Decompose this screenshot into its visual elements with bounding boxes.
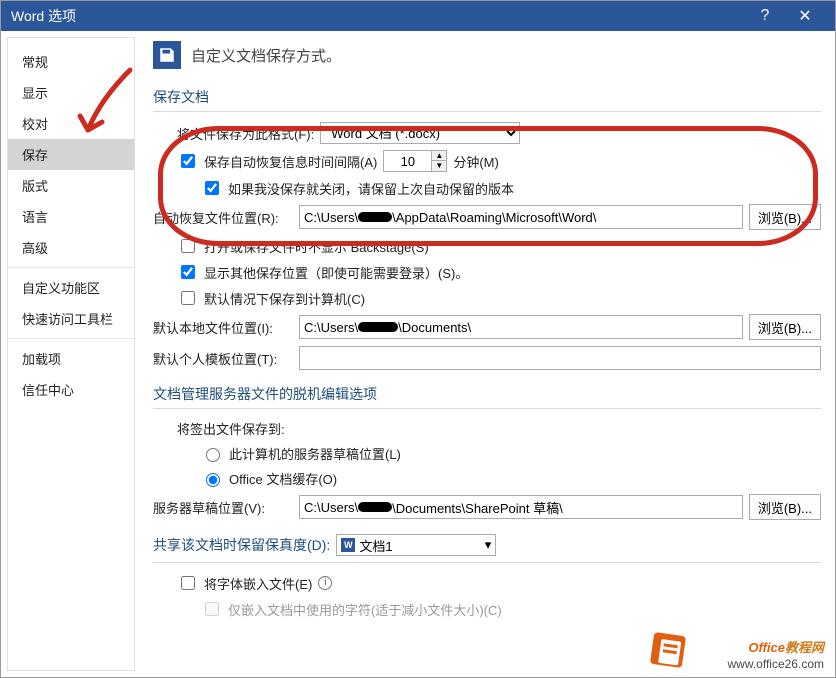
server-drafts-radio-label: 此计算机的服务器草稿位置(L) (229, 444, 401, 463)
browse-default-local-button[interactable]: 浏览(B)... (749, 314, 821, 340)
default-save-local-checkbox[interactable] (181, 291, 195, 305)
server-drafts-path-input[interactable]: C:\Users\\Documents\SharePoint 草稿\ (299, 495, 743, 519)
default-template-path-input[interactable] (299, 346, 821, 370)
server-drafts-radio[interactable] (206, 448, 220, 462)
auto-recover-checkbox[interactable] (181, 154, 195, 168)
sidebar-item-customize-ribbon[interactable]: 自定义功能区 (8, 272, 134, 303)
sidebar-item-layout[interactable]: 版式 (8, 170, 134, 201)
close-button[interactable]: ✕ (785, 6, 825, 26)
section-offline-edit: 文档管理服务器文件的脱机编辑选项 (153, 384, 821, 404)
checkout-to-label: 将签出文件保存到: (177, 419, 285, 438)
keep-last-autosaved-label: 如果我没保存就关闭，请保留上次自动保留的版本 (228, 179, 514, 198)
sidebar-separator (8, 267, 134, 268)
page-heading: 自定义文档保存方式。 (191, 45, 341, 66)
section-save-documents: 保存文档 (153, 87, 821, 107)
sidebar-item-language[interactable]: 语言 (8, 201, 134, 232)
auto-recover-minutes-input[interactable] (383, 150, 431, 172)
office-cache-radio-label: Office 文档缓存(O) (229, 469, 337, 488)
default-local-path-label: 默认本地文件位置(I): (153, 318, 293, 337)
auto-recover-label: 保存自动恢复信息时间间隔(A) (204, 152, 377, 171)
sidebar-item-general[interactable]: 常规 (8, 46, 134, 77)
show-other-locations-label: 显示其他保存位置（即使可能需要登录）(S)。 (204, 263, 468, 282)
sidebar-item-addins[interactable]: 加载项 (8, 343, 134, 374)
office-cache-radio[interactable] (206, 473, 220, 487)
auto-recover-path-label: 自动恢复文件位置(R): (153, 208, 293, 227)
word-options-dialog: Word 选项 ? ✕ 常规 显示 校对 保存 版式 语言 高级 自定义功能区 … (0, 0, 836, 678)
help-button[interactable]: ? (745, 7, 785, 25)
word-doc-icon: W (341, 538, 355, 552)
save-format-label: 将文件保存为此格式(F): (177, 124, 314, 143)
default-local-path-input[interactable]: C:\Users\\Documents\ (299, 315, 743, 339)
sidebar-item-advanced[interactable]: 高级 (8, 232, 134, 263)
save-disk-icon (153, 41, 181, 69)
fidelity-doc-name: 文档1 (359, 536, 392, 555)
save-format-combo[interactable]: Word 文档 (*.docx) (320, 122, 520, 144)
fidelity-document-combo[interactable]: W 文档1 ▾ (336, 534, 496, 556)
spin-up-icon[interactable]: ▲ (432, 151, 446, 161)
divider (153, 111, 821, 112)
browse-auto-recover-button[interactable]: 浏览(B)... (749, 204, 821, 230)
divider (153, 408, 821, 409)
sidebar-item-display[interactable]: 显示 (8, 77, 134, 108)
sidebar-item-proofing[interactable]: 校对 (8, 108, 134, 139)
info-icon[interactable]: i (318, 576, 332, 590)
auto-recover-minutes-spinner[interactable]: ▲ ▼ (383, 150, 447, 172)
section-fidelity-label: 共享该文档时保留保真度(D): (153, 535, 330, 555)
sidebar-item-trust-center[interactable]: 信任中心 (8, 374, 134, 405)
default-template-path-label: 默认个人模板位置(T): (153, 349, 293, 368)
sidebar-item-save[interactable]: 保存 (8, 139, 134, 170)
no-backstage-label: 打开或保存文件时不显示 Backstage(S) (204, 237, 429, 256)
embed-fonts-label: 将字体嵌入文件(E) (204, 574, 312, 593)
no-backstage-checkbox[interactable] (181, 239, 195, 253)
server-drafts-path-label: 服务器草稿位置(V): (153, 498, 293, 517)
embed-subset-label: 仅嵌入文档中使用的字符(适于减小文件大小)(C) (228, 600, 502, 619)
embed-subset-checkbox (205, 602, 219, 616)
chevron-down-icon: ▾ (485, 537, 492, 553)
divider (153, 562, 821, 563)
sidebar-item-quick-access[interactable]: 快速访问工具栏 (8, 303, 134, 334)
show-other-locations-checkbox[interactable] (181, 265, 195, 279)
browse-server-drafts-button[interactable]: 浏览(B)... (749, 494, 821, 520)
minutes-label: 分钟(M) (453, 152, 499, 171)
default-save-local-label: 默认情况下保存到计算机(C) (204, 289, 365, 308)
dialog-title: Word 选项 (11, 6, 745, 26)
keep-last-autosaved-checkbox[interactable] (205, 181, 219, 195)
titlebar: Word 选项 ? ✕ (1, 1, 835, 31)
embed-fonts-checkbox[interactable] (181, 576, 195, 590)
sidebar-separator (8, 338, 134, 339)
spin-down-icon[interactable]: ▼ (432, 161, 446, 171)
sidebar: 常规 显示 校对 保存 版式 语言 高级 自定义功能区 快速访问工具栏 加载项 … (7, 37, 135, 671)
content-pane: 自定义文档保存方式。 保存文档 将文件保存为此格式(F): Word 文档 (*… (135, 31, 835, 677)
auto-recover-path-input[interactable]: C:\Users\\AppData\Roaming\Microsoft\Word… (299, 205, 743, 229)
